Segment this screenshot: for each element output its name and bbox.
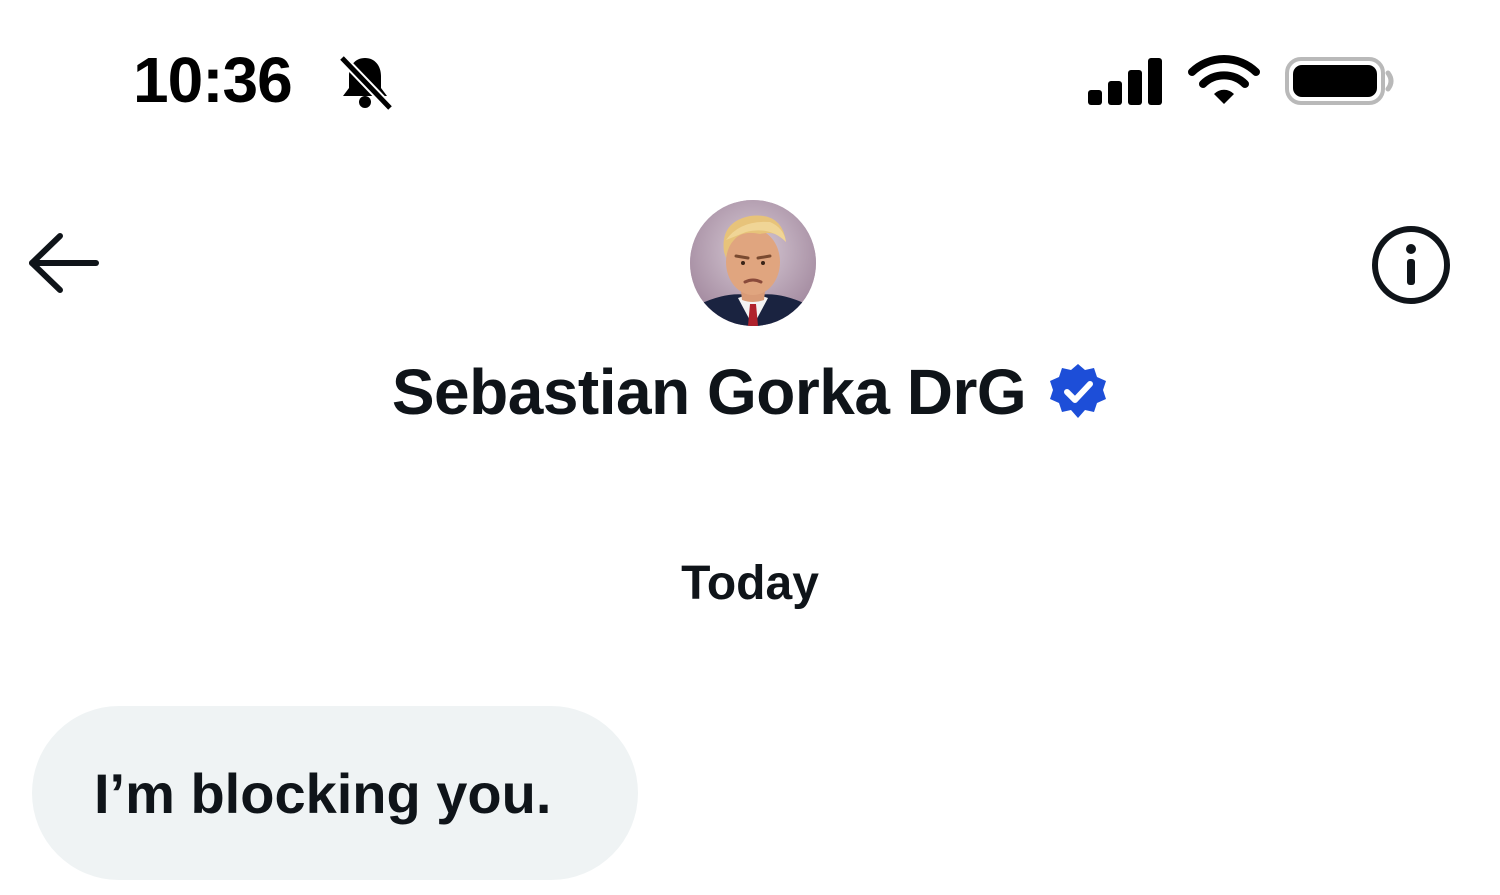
status-time: 10:36 [133,44,293,116]
bell-slash-icon [338,54,394,112]
contact-name[interactable]: Sebastian Gorka DrG [392,355,1027,429]
dm-conversation-screen: 10:36 Sebastian Gorka DrG Today I’m bloc… [0,0,1500,895]
avatar-portrait-image [690,200,816,326]
contact-name-row: Sebastian Gorka DrG [0,352,1500,432]
info-circle-icon[interactable] [1368,222,1454,308]
battery-icon [1285,57,1394,105]
message-bubble-incoming[interactable]: I’m blocking you. [32,706,638,880]
date-divider: Today [681,557,819,610]
wifi-icon [1188,55,1260,104]
back-arrow-icon[interactable] [24,228,104,298]
message-text: I’m blocking you. [94,761,552,825]
cellular-signal-icon [1088,58,1162,105]
verified-badge-icon [1050,364,1107,418]
contact-avatar[interactable] [690,200,816,326]
